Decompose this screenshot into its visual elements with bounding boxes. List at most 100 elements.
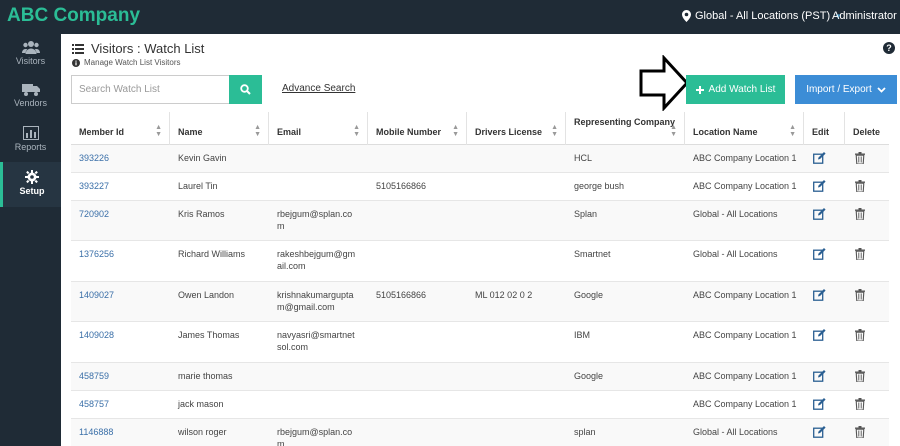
member-id-cell[interactable]: 720902 <box>79 208 109 220</box>
edit-icon[interactable] <box>813 397 826 415</box>
name-cell: James Thomas <box>178 330 240 340</box>
member-id-cell[interactable]: 393227 <box>79 180 109 192</box>
member-id-cell[interactable]: 1376256 <box>79 248 114 260</box>
email-cell: navyasri@smartnet sol.com <box>277 329 355 353</box>
trash-icon[interactable] <box>855 397 865 415</box>
sort-icon: ▲ ▼ <box>551 124 558 138</box>
edit-icon[interactable] <box>813 425 826 443</box>
location-cell: ABC Company Location 1 <box>693 153 797 163</box>
trash-icon[interactable] <box>855 151 865 169</box>
company-cell: george bush <box>574 181 625 191</box>
table-row: 1376256 Richard Williams Smartnet Global - … <box>71 241 889 282</box>
email-line: sol.com <box>277 342 309 352</box>
member-id-cell[interactable]: 1409028 <box>79 329 114 341</box>
add-watch-list-button[interactable]: Add Watch List <box>686 75 785 104</box>
table-row: 720902 Kris Ramos Splan Global - All Locati… <box>71 201 889 241</box>
sidebar-item-label: Setup <box>19 186 45 196</box>
member-id-cell[interactable]: 1409027 <box>79 289 114 301</box>
location-cell: ABC Company Location 1 <box>693 181 797 191</box>
name-cell: Owen Landon <box>178 290 235 300</box>
arrow-right-icon <box>639 55 690 111</box>
mobile-cell: 5105166866 <box>376 181 427 191</box>
users-icon <box>21 41 40 54</box>
column-header-member-id[interactable]: Member Id ▲ ▼ <box>71 112 169 145</box>
column-header-representing-company[interactable]: Representing Company ▲ ▼ <box>565 112 684 145</box>
page-subtitle-text: Manage Watch List Visitors <box>84 58 181 67</box>
member-id-cell[interactable]: 393226 <box>79 152 109 164</box>
edit-icon[interactable] <box>813 288 826 306</box>
gear-icon <box>25 170 39 184</box>
page-title: Visitors : Watch List <box>91 41 205 56</box>
help-icon[interactable]: ? <box>883 42 895 54</box>
edit-icon[interactable] <box>813 369 826 387</box>
company-cell: HCL <box>574 153 593 163</box>
sidebar-item-visitors[interactable]: Visitors <box>0 40 61 78</box>
column-header-name[interactable]: Name ▲ ▼ <box>169 112 268 145</box>
search-input[interactable] <box>71 75 229 104</box>
column-header-email[interactable]: Email ▲ ▼ <box>268 112 367 145</box>
mobile-cell: 5105166866 <box>376 290 427 300</box>
trash-icon[interactable] <box>855 425 865 443</box>
search-icon <box>240 84 251 95</box>
edit-icon[interactable] <box>813 179 826 197</box>
sidebar-item-vendors[interactable]: Vendors <box>0 84 61 120</box>
name-cell: marie thomas <box>178 371 233 381</box>
sort-icon: ▲ ▼ <box>789 124 796 138</box>
add-watch-list-label: Add Watch List <box>708 84 776 95</box>
list-icon <box>72 43 84 54</box>
sidebar-item-label: Reports <box>14 142 47 152</box>
edit-icon[interactable] <box>813 207 826 225</box>
member-id-cell[interactable]: 458759 <box>79 370 109 382</box>
sidebar-item-reports[interactable]: Reports <box>0 126 61 162</box>
truck-icon <box>21 84 40 96</box>
trash-icon[interactable] <box>855 179 865 197</box>
trash-icon[interactable] <box>855 207 865 225</box>
location-cell: ABC Company Location 1 <box>693 290 797 300</box>
email-line: ail.com <box>277 261 306 271</box>
email-line: krishnakumargupta <box>277 290 354 300</box>
table-row: 1409028 James Thomas IBM ABC Company Locati… <box>71 322 889 363</box>
trash-icon[interactable] <box>855 288 865 306</box>
trash-icon[interactable] <box>855 369 865 387</box>
email-cell: krishnakumargupta m@gmail.com <box>277 289 354 313</box>
edit-icon[interactable] <box>813 247 826 265</box>
company-cell: splan <box>574 427 596 437</box>
location-selector[interactable]: Global - All Locations (PST) ▼ <box>682 10 842 22</box>
email-line: rakeshbejgum@gm <box>277 249 356 259</box>
name-cell: Laurel Tin <box>178 181 218 191</box>
sort-icon: ▲ ▼ <box>155 124 162 138</box>
top-bar: ABC Company Global - All Locations (PST)… <box>0 0 900 34</box>
location-cell: ABC Company Location 1 <box>693 330 797 340</box>
location-cell: Global - All Locations <box>693 249 778 259</box>
column-header-location-name[interactable]: Location Name ▲ ▼ <box>684 112 803 145</box>
sort-icon: ▲ ▼ <box>254 124 261 138</box>
edit-icon[interactable] <box>813 328 826 346</box>
name-cell: Kris Ramos <box>178 209 225 219</box>
trash-icon[interactable] <box>855 328 865 346</box>
location-cell: ABC Company Location 1 <box>693 371 797 381</box>
trash-icon[interactable] <box>855 247 865 265</box>
edit-icon[interactable] <box>813 151 826 169</box>
email-cell: rakeshbejgum@gm ail.com <box>277 248 355 272</box>
page-header: Visitors : Watch List <box>72 41 204 56</box>
user-menu[interactable]: Administrator ▼ <box>832 10 900 22</box>
table-row: 1409027 Owen Landon 5105166866 ML 012 02 0 … <box>71 282 889 322</box>
map-pin-icon <box>682 10 691 22</box>
location-cell: Global - All Locations <box>693 209 778 219</box>
location-cell: Global - All Locations <box>693 427 778 437</box>
column-header-mobile-number[interactable]: Mobile Number ▲ ▼ <box>367 112 466 145</box>
member-id-cell[interactable]: 1146888 <box>79 426 113 438</box>
page-subtitle: Manage Watch List Visitors <box>72 58 180 67</box>
import-export-button[interactable]: Import / Export <box>795 75 897 104</box>
member-id-cell[interactable]: 458757 <box>79 398 109 410</box>
brand-logo[interactable]: ABC Company <box>7 5 140 27</box>
advanced-search-link[interactable]: Advance Search <box>282 83 355 94</box>
search-button[interactable] <box>229 75 262 104</box>
sidebar-item-setup[interactable]: Setup <box>0 162 61 207</box>
sort-icon: ▲ ▼ <box>353 124 360 138</box>
sidebar-item-label: Vendors <box>13 98 48 108</box>
company-cell: Google <box>574 371 604 381</box>
info-icon <box>72 58 80 67</box>
column-header-drivers-license[interactable]: Drivers License ▲ ▼ <box>466 112 565 145</box>
plus-icon <box>695 85 704 94</box>
